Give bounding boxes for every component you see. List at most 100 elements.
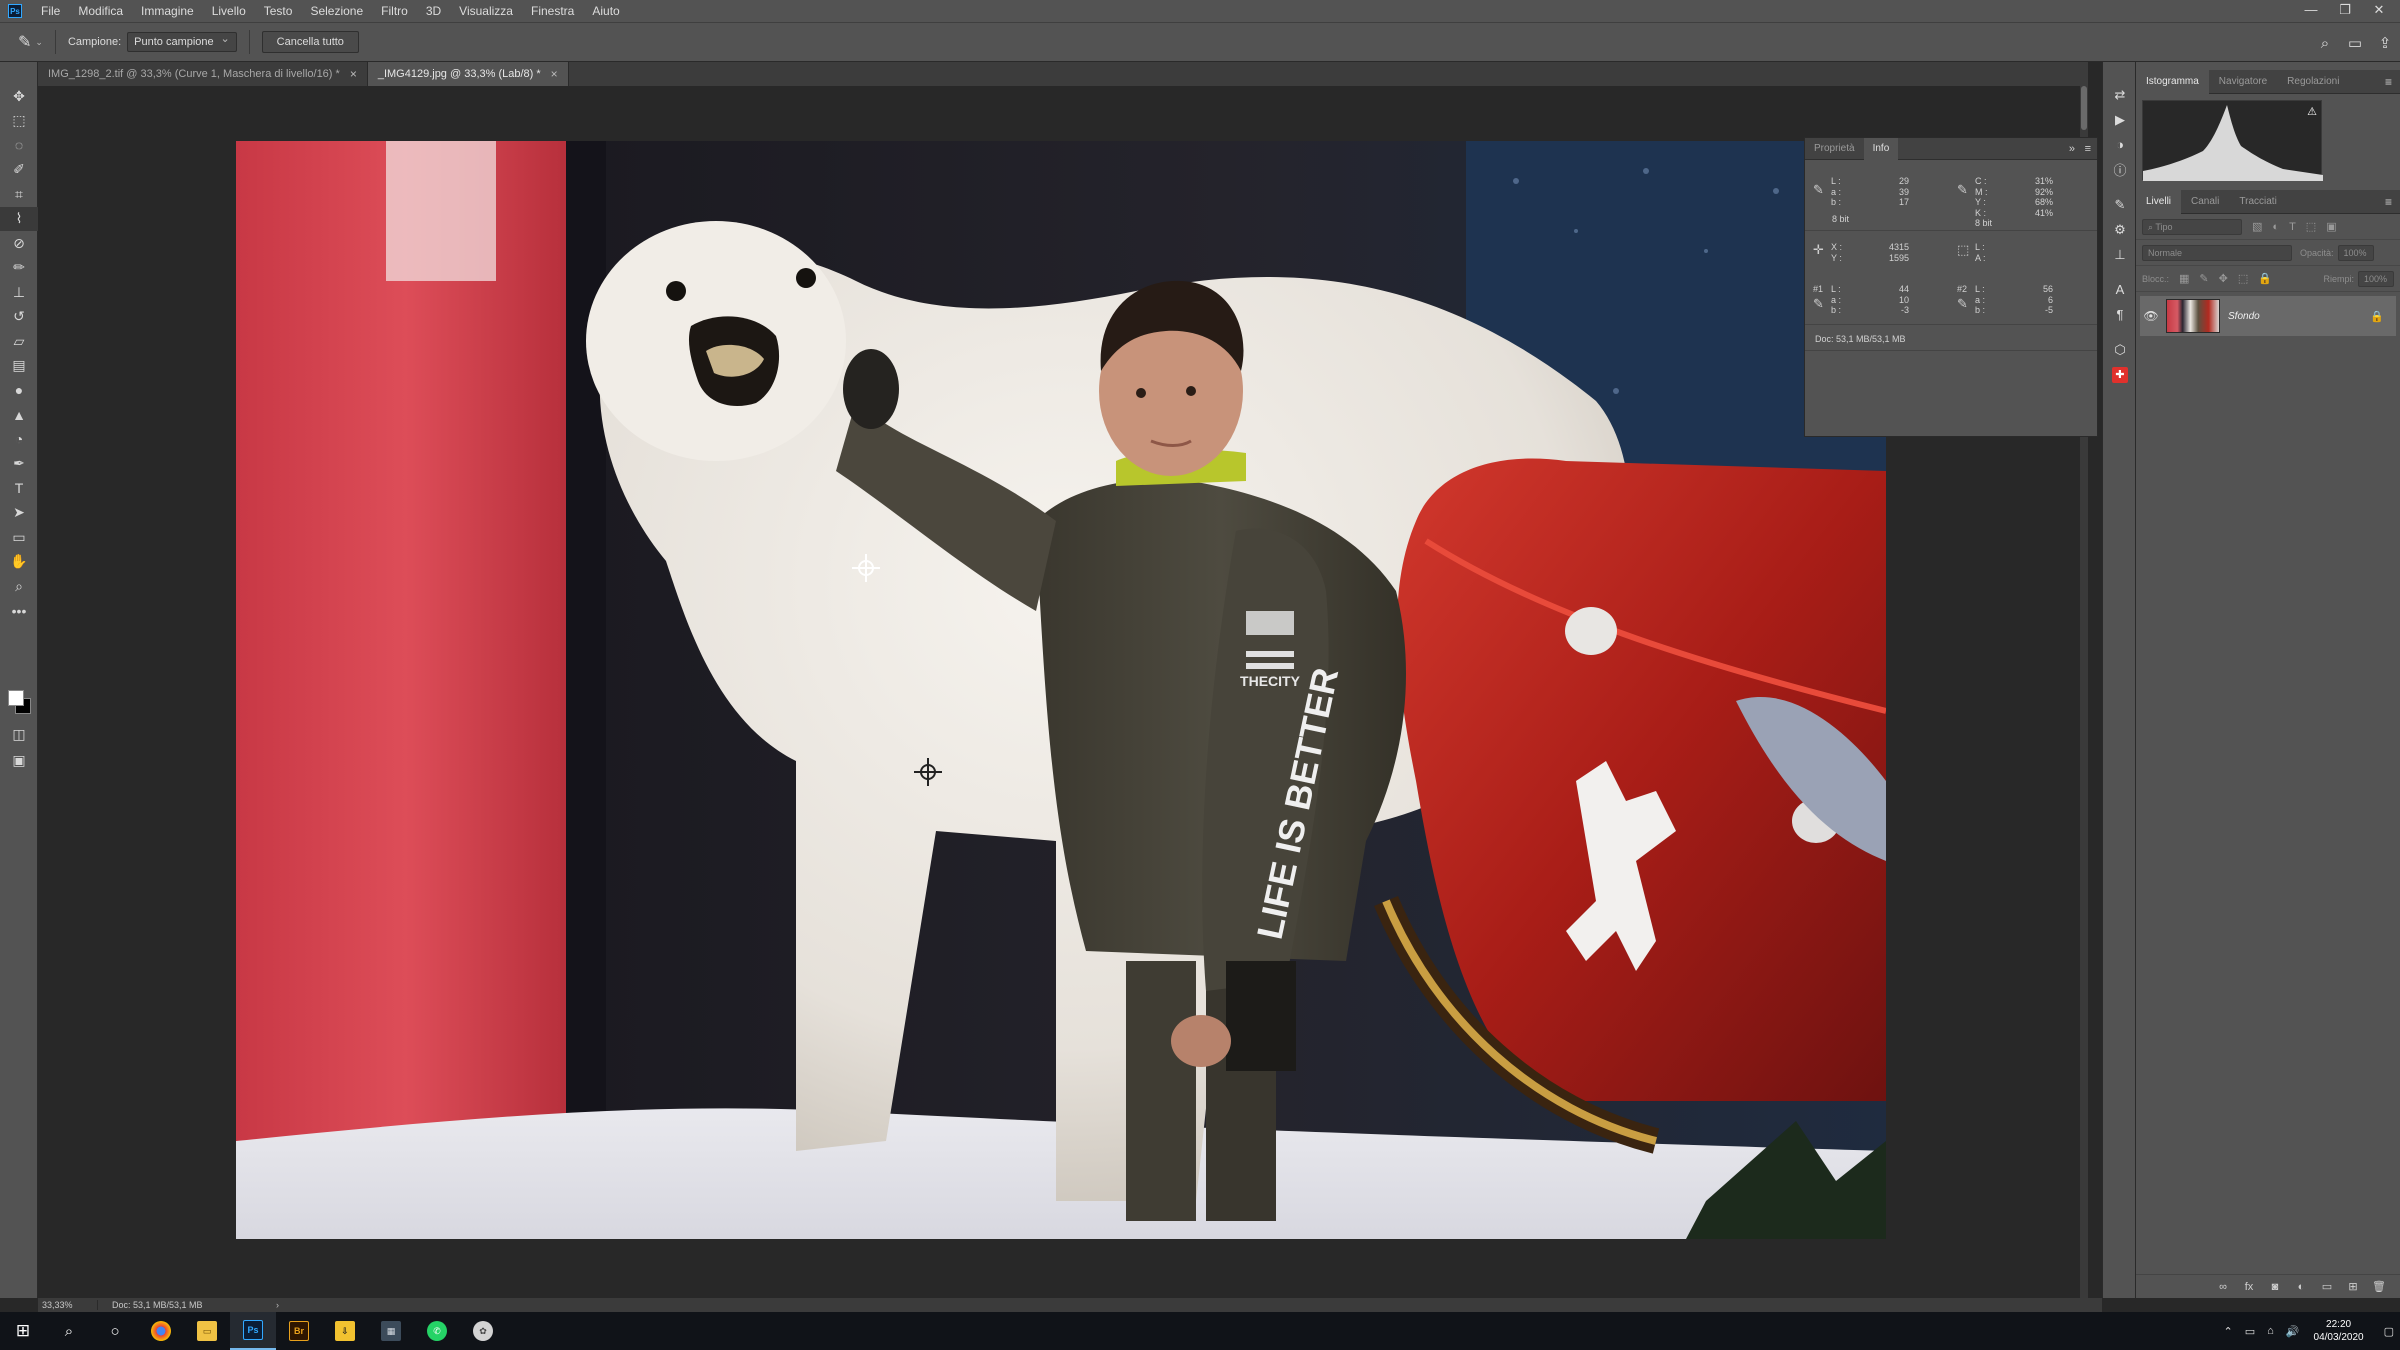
share-icon[interactable]: ⇪ <box>2370 34 2400 52</box>
search-icon[interactable]: ⌕ <box>46 1312 92 1350</box>
healing-brush-tool-icon[interactable]: ⊘ <box>0 231 38 256</box>
eyedropper-tool-icon[interactable]: ⌇ <box>0 206 38 231</box>
zoom-level[interactable]: 33,33% <box>38 1300 98 1310</box>
restore-button[interactable]: ❐ <box>2328 0 2362 22</box>
sample-size-select[interactable]: Punto campione <box>127 30 237 52</box>
photoshop-taskbar-icon[interactable]: Ps <box>230 1312 276 1350</box>
shape-tool-icon[interactable]: ▭ <box>0 525 38 550</box>
menu-aiuto[interactable]: Aiuto <box>583 0 628 22</box>
tray-expand-icon[interactable]: ⌃ <box>2224 1325 2233 1338</box>
menu-testo[interactable]: Testo <box>255 0 302 22</box>
filter-smart-object-icon[interactable]: ▣ <box>2326 220 2336 233</box>
minimize-button[interactable]: — <box>2294 0 2328 22</box>
windows-start-icon[interactable]: ⊞ <box>0 1312 46 1350</box>
whatsapp-icon[interactable]: ✆ <box>414 1312 460 1350</box>
lab-eyedropper-icon[interactable]: ✎ <box>1813 182 1824 198</box>
lock-all-icon[interactable]: 🔒 <box>2258 272 2272 285</box>
panel-menu-icon[interactable]: ≡ <box>2085 138 2091 160</box>
workspace-icon[interactable]: ▭ <box>2340 34 2370 52</box>
screen-mode-icon[interactable]: ▣ <box>0 748 38 773</box>
sample-1-eyedropper-icon[interactable]: ✎ <box>1813 296 1824 312</box>
path-selection-tool-icon[interactable]: ➤ <box>0 501 38 526</box>
file-explorer-icon[interactable]: ▭ <box>184 1312 230 1350</box>
zoom-tool-icon[interactable]: ⌕ <box>0 574 38 599</box>
lock-transparent-icon[interactable]: ▦ <box>2179 272 2189 285</box>
adjustments-icon[interactable]: ◑ <box>2103 132 2137 157</box>
add-mask-icon[interactable]: ◙ <box>2262 1281 2288 1293</box>
menu-immagine[interactable]: Immagine <box>132 0 203 22</box>
menu-livello[interactable]: Livello <box>203 0 255 22</box>
tab-proprieta[interactable]: Proprietà <box>1805 138 1864 160</box>
chrome-icon[interactable] <box>138 1312 184 1350</box>
brush-settings-icon[interactable]: ⚙ <box>2103 217 2137 242</box>
filter-type-icon[interactable]: T <box>2289 221 2296 233</box>
actions-play-icon[interactable]: ▶ <box>2103 107 2137 132</box>
bridge-taskbar-icon[interactable]: Br <box>276 1312 322 1350</box>
lasso-tool-icon[interactable]: ◌ <box>0 133 38 158</box>
collapse-panel-icon[interactable]: » <box>2069 138 2075 160</box>
new-adjustment-icon[interactable]: ◐ <box>2288 1281 2314 1293</box>
paragraph-icon[interactable]: ¶ <box>2103 302 2137 327</box>
network-icon[interactable]: ⌂ <box>2267 1325 2274 1337</box>
lock-artboard-icon[interactable]: ⬚ <box>2238 272 2248 285</box>
photoshop-logo-icon[interactable]: Ps <box>8 4 22 18</box>
history-icon[interactable]: ⇄ <box>2103 82 2137 107</box>
quick-mask-icon[interactable]: ◫ <box>0 722 38 747</box>
search-icon[interactable]: ⌕ <box>2310 35 2340 52</box>
delete-layer-icon[interactable]: 🗑 <box>2366 1280 2392 1293</box>
close-button[interactable]: ✕ <box>2362 0 2396 22</box>
close-tab-icon[interactable]: × <box>350 62 357 86</box>
brush-tool-icon[interactable]: ✏ <box>0 256 38 281</box>
document-tab[interactable]: IMG_1298_2.tif @ 33,3% (Curve 1, Mascher… <box>38 62 368 86</box>
gradient-tool-icon[interactable]: ▤ <box>0 354 38 379</box>
eye-icon[interactable]: 👁 <box>2140 309 2162 323</box>
lock-image-icon[interactable]: ✎ <box>2199 272 2208 285</box>
filter-pixel-icon[interactable]: ▧ <box>2252 220 2262 233</box>
dodge-tool-icon[interactable]: ◔ <box>0 427 38 452</box>
clear-all-button[interactable]: Cancella tutto <box>261 31 359 53</box>
panel-menu-icon[interactable]: ≡ <box>2385 70 2392 94</box>
menu-finestra[interactable]: Finestra <box>522 0 583 22</box>
foreground-color-swatch[interactable] <box>8 690 24 706</box>
fill-field[interactable]: 100% <box>2358 270 2394 287</box>
canvas-area[interactable]: THECITY LIFE IS BETTER <box>38 86 2082 1298</box>
layer-row[interactable]: 👁 Sfondo 🔒 <box>2140 296 2396 336</box>
close-tab-icon[interactable]: × <box>551 62 558 86</box>
yellow-app-icon[interactable]: ⇩ <box>322 1312 368 1350</box>
tab-regolazioni[interactable]: Regolazioni <box>2277 70 2349 94</box>
menu-3d[interactable]: 3D <box>417 0 450 22</box>
tab-tracciati[interactable]: Tracciati <box>2229 190 2286 214</box>
sharpen-tool-icon[interactable]: ▲ <box>0 403 38 428</box>
cortana-icon[interactable]: ○ <box>92 1312 138 1350</box>
opacity-field[interactable]: 100% <box>2337 244 2374 261</box>
cmyk-eyedropper-icon[interactable]: ✎ <box>1957 182 1968 198</box>
plugin-icon[interactable]: ✚ <box>2103 362 2137 387</box>
link-layers-icon[interactable]: ∞ <box>2210 1281 2236 1293</box>
menu-modifica[interactable]: Modifica <box>69 0 132 22</box>
tab-info[interactable]: Info <box>1863 137 1899 160</box>
more-tools-icon[interactable]: ••• <box>0 599 38 624</box>
sample-2-eyedropper-icon[interactable]: ✎ <box>1957 296 1968 312</box>
marquee-tool-icon[interactable]: ⬚ <box>0 109 38 134</box>
quick-selection-tool-icon[interactable]: ✐ <box>0 158 38 183</box>
misc-app-icon[interactable]: ✿ <box>460 1312 506 1350</box>
eraser-tool-icon[interactable]: ▱ <box>0 329 38 354</box>
tab-livelli[interactable]: Livelli <box>2136 189 2182 214</box>
tray-display-icon[interactable]: ▭ <box>2245 1325 2255 1338</box>
new-layer-icon[interactable]: ⊞ <box>2340 1280 2366 1293</box>
filter-adjustment-icon[interactable]: ◐ <box>2272 221 2279 233</box>
blur-tool-icon[interactable]: ● <box>0 378 38 403</box>
panel-menu-icon[interactable]: ≡ <box>2385 190 2392 214</box>
document-tab-active[interactable]: _IMG4129.jpg @ 33,3% (Lab/8) * × <box>367 62 569 86</box>
layer-style-icon[interactable]: fx <box>2236 1281 2262 1293</box>
tab-navigatore[interactable]: Navigatore <box>2209 70 2277 94</box>
tool-preset-chevron-icon[interactable]: ⌄ <box>35 37 43 48</box>
pen-tool-icon[interactable]: ✒ <box>0 452 38 477</box>
lock-position-icon[interactable]: ✥ <box>2219 272 2228 285</box>
calculator-icon[interactable]: ▦ <box>368 1312 414 1350</box>
document-image[interactable]: THECITY LIFE IS BETTER <box>236 141 1886 1239</box>
blend-mode-select[interactable]: Normale <box>2142 244 2292 261</box>
info-icon[interactable]: ⓘ <box>2103 157 2137 182</box>
clone-stamp-tool-icon[interactable]: ⊥ <box>0 280 38 305</box>
notifications-icon[interactable]: ▢ <box>2384 1325 2394 1338</box>
